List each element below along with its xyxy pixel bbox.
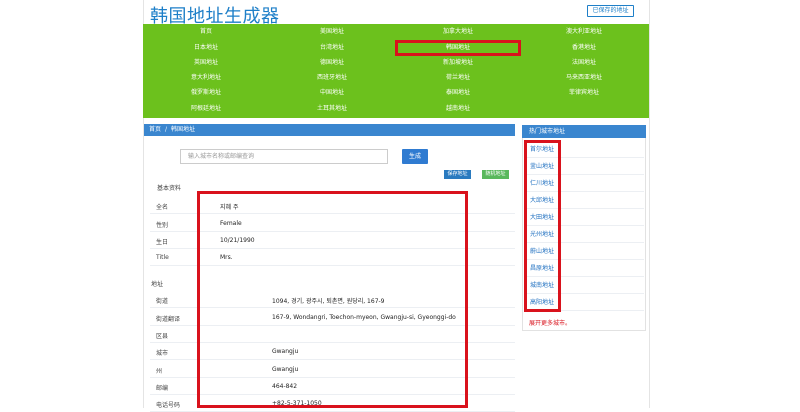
field-label: 街道 [156,298,169,305]
nav-item[interactable]: 泰国地址 [395,85,521,101]
field-label: 生日 [156,239,169,246]
nav-item[interactable]: 美国地址 [269,24,395,40]
nav-item[interactable]: 德国地址 [269,55,395,71]
search-input[interactable]: 输入城市名称或邮编查询 [180,149,388,164]
nav-item[interactable]: 新加坡地址 [395,55,521,71]
nav-item[interactable]: 首页 [143,24,269,40]
nav-item[interactable]: 荷兰地址 [395,70,521,86]
nav-item[interactable]: 香港地址 [521,40,647,56]
highlight-box-details [197,191,468,408]
random-address-button[interactable]: 随机地址 [482,170,509,179]
basic-info-heading: 基本资料 [157,185,182,192]
address-heading: 地址 [151,281,164,288]
nav-item[interactable]: 俄罗斯地址 [143,85,269,101]
country-nav: 首页 美国地址 加拿大地址 澳大利亚地址日本地址 台湾地址 韩国地址 香港地址英国地址 德国地… [143,24,649,118]
field-label: 区县 [156,333,169,340]
nav-item[interactable]: 意大利地址 [143,70,269,86]
field-label: 州 [156,368,163,375]
field-label: 全名 [156,204,169,211]
nav-item[interactable]: 台湾地址 [269,40,395,56]
field-label: 城市 [156,350,169,357]
hot-cities-heading: 热门城市地址 [522,125,646,138]
breadcrumb-separator: / [165,126,168,133]
breadcrumb-current: 韩国地址 [171,126,196,133]
save-address-button[interactable]: 保存地址 [444,170,471,179]
saved-addresses-link[interactable]: 已保存的地址 [587,5,634,17]
nav-item[interactable]: 阿根廷地址 [143,101,269,117]
nav-item[interactable]: 西班牙地址 [269,70,395,86]
nav-item[interactable]: 韩国地址 [395,40,521,56]
breadcrumb-home[interactable]: 首页 [149,126,161,133]
nav-item[interactable]: 土耳其地址 [269,101,395,117]
nav-item[interactable]: 日本地址 [143,40,269,56]
generate-button[interactable]: 生成 [402,149,428,164]
nav-item[interactable]: 英国地址 [143,55,269,71]
nav-item[interactable]: 加拿大地址 [395,24,521,40]
nav-item[interactable]: 马来西亚地址 [521,70,647,86]
nav-item[interactable]: 法国地址 [521,55,647,71]
nav-item[interactable]: 菲律宾地址 [521,85,647,101]
breadcrumb: 首页 / 韩国地址 [144,124,515,136]
nav-item[interactable]: 澳大利亚地址 [521,24,647,40]
field-label: 性别 [156,222,169,229]
field-label: Title [156,254,169,261]
field-label: 邮编 [156,385,169,392]
nav-item[interactable]: 越南地址 [395,101,521,117]
page-border-right [649,0,650,408]
more-cities-link[interactable]: 展开更多城市。 [529,318,571,327]
nav-item[interactable]: 中国地址 [269,85,395,101]
field-label: 街道翻译 [156,316,181,323]
highlight-box-cities [524,140,561,312]
